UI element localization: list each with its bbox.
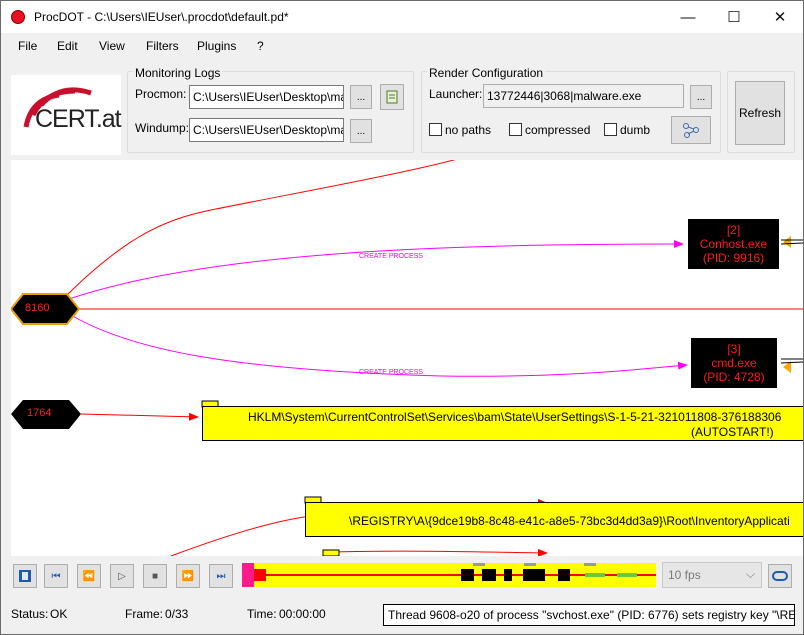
windump-browse-button[interactable]: ... [350, 119, 372, 143]
status-message: Thread 9608-o20 of process "svchost.exe"… [383, 604, 795, 626]
frame-timeline[interactable] [242, 563, 656, 587]
maximize-button[interactable]: ☐ [711, 1, 757, 33]
registry-autostart-tag: (AUTOSTART!) [691, 425, 774, 439]
title-bar: ProcDOT - C:\Users\IEUser\.procdot\defau… [1, 1, 803, 33]
status-label: Status: [11, 607, 49, 621]
refresh-button[interactable]: Refresh [735, 81, 785, 145]
conhost-pid: (PID: 9916) [702, 251, 765, 265]
registry-key-inventory-text: \REGISTRY\A\{9dce19b8-8c48-e41c-a8e5-73b… [349, 514, 790, 528]
menu-view[interactable]: View [99, 37, 125, 55]
launcher-label: Launcher: [429, 87, 483, 101]
loop-toggle-button[interactable] [768, 564, 792, 588]
cert-logo: CERT.at [11, 75, 122, 155]
stop-button[interactable]: ■ [143, 564, 167, 588]
monitoring-logs-title: Monitoring Logs [133, 66, 223, 80]
conhost-name: Conhost.exe [699, 237, 768, 251]
cmd-index: [3] [727, 342, 741, 356]
menu-help[interactable]: ? [257, 37, 264, 55]
last-frame-button[interactable]: ⏭ [209, 564, 233, 588]
launcher-browse-button[interactable]: ... [690, 85, 712, 109]
edge-create-cmd [70, 314, 688, 377]
edge-1764-registry [80, 412, 199, 421]
time-label: Time: [247, 607, 277, 621]
conhost-index: [2] [726, 223, 741, 237]
minimize-button[interactable]: — [665, 1, 711, 33]
procmon-browse-button[interactable]: ... [350, 85, 372, 109]
procmon-capture-button[interactable] [380, 84, 404, 110]
edge-lower-left [170, 515, 312, 556]
conhost-side-arrow [783, 236, 791, 248]
compressed-label: compressed [525, 123, 591, 137]
registry-key-bam-text: HKLM\System\CurrentControlSet\Services\b… [248, 410, 782, 424]
document-icon [386, 90, 398, 104]
time-value: 00:00:00 [279, 607, 326, 621]
menu-plugins[interactable]: Plugins [197, 37, 236, 55]
render-config-title: Render Configuration [427, 66, 546, 80]
process-node-1764[interactable]: 1764 [27, 407, 51, 419]
timeline-track [242, 563, 656, 587]
frame-label: Frame: [125, 607, 164, 621]
cmd-name: cmd.exe [711, 356, 757, 370]
fps-select[interactable]: 10 fps ⌵ [662, 562, 762, 588]
edge-label-create-process-2: CREATE PROCESS [359, 369, 424, 376]
close-button[interactable]: ✕ [757, 1, 803, 33]
play-button[interactable]: ▷ [110, 564, 134, 588]
fast-forward-button[interactable]: ⏩ [176, 564, 200, 588]
menu-file[interactable]: File [18, 37, 37, 55]
registry-node-bam[interactable]: HKLM\System\CurrentControlSet\Services\b… [202, 406, 803, 441]
skip-back-icon: ⏮ [51, 570, 61, 582]
procdot-app-icon [11, 10, 25, 24]
no-paths-label: no paths [445, 123, 492, 137]
menu-filters[interactable]: Filters [146, 37, 179, 55]
graph-edges [11, 160, 803, 556]
graph-canvas[interactable]: 8160 1764 CREATE PROCESS CREATE PROCESS … [11, 160, 803, 556]
film-icon [19, 570, 31, 582]
process-node-8160[interactable]: 8160 [25, 302, 49, 314]
loop-icon [772, 571, 788, 581]
process-node-cmd[interactable]: [3] cmd.exe (PID: 4728) [691, 338, 777, 388]
compressed-checkbox[interactable] [509, 123, 522, 136]
graph-layout-button[interactable] [671, 116, 711, 144]
process-node-conhost[interactable]: [2] Conhost.exe (PID: 9916) [688, 219, 779, 269]
windump-label: Windump: [135, 121, 190, 135]
registry-node-inventory[interactable]: \REGISTRY\A\{9dce19b8-8c48-e41c-a8e5-73b… [305, 502, 803, 537]
fast-forward-icon: ⏩ [181, 570, 195, 582]
chevron-down-icon: ⌵ [745, 567, 755, 581]
procmon-label: Procmon: [135, 87, 187, 101]
play-icon: ▷ [118, 570, 126, 582]
window-title: ProcDOT - C:\Users\IEUser\.procdot\defau… [34, 10, 289, 24]
edge-label-create-process-1: CREATE PROCESS [359, 253, 424, 260]
menu-edit[interactable]: Edit [57, 37, 78, 55]
fps-value: 10 fps [668, 568, 701, 582]
menu-bar: File Edit View Filters Plugins ? [1, 37, 803, 57]
frame-value: 0/33 [165, 607, 189, 621]
graph-nodes-icon [683, 123, 699, 138]
procdot-window: ProcDOT - C:\Users\IEUser\.procdot\defau… [0, 0, 804, 635]
first-frame-button[interactable]: ⏮ [44, 564, 68, 588]
edge-8160-top [58, 160, 456, 304]
status-value: OK [50, 607, 68, 621]
dumb-label: dumb [620, 123, 651, 137]
no-paths-checkbox[interactable] [429, 123, 442, 136]
stop-icon: ■ [151, 570, 159, 582]
rewind-button[interactable]: ⏪ [77, 564, 101, 588]
rewind-icon: ⏪ [82, 570, 96, 582]
film-toggle-button[interactable] [13, 564, 37, 588]
windump-path-input[interactable]: C:\Users\IEUser\Desktop\malv [189, 118, 344, 142]
cmd-pid: (PID: 4728) [703, 370, 765, 384]
edge-registry-3 [330, 548, 548, 556]
logo-text: CERT.at [35, 105, 122, 133]
procmon-path-input[interactable]: C:\Users\IEUser\Desktop\malv [189, 85, 344, 109]
skip-forward-icon: ⏭ [216, 570, 226, 582]
dumb-checkbox[interactable] [604, 123, 617, 136]
launcher-input[interactable]: 13772446|3068|malware.exe [483, 84, 684, 108]
